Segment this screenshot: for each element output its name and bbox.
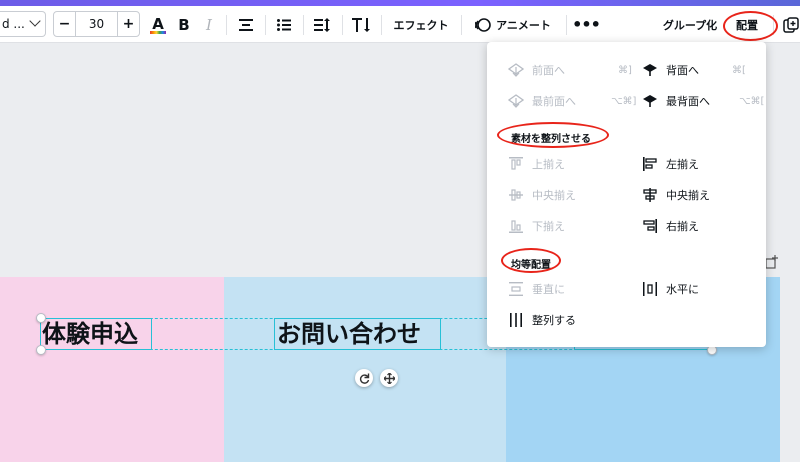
toolbar-divider [265, 15, 266, 35]
align-center-item[interactable]: 中央揃え [641, 185, 761, 205]
move-icon [383, 372, 395, 384]
bring-to-front-label: 最前面へ [532, 95, 576, 108]
align-right-icon [641, 218, 659, 234]
bold-button[interactable]: B [175, 6, 193, 43]
arrange-dropdown-panel: 前面へ ⌘] 背面へ ⌘[ 最前面へ ⌥⌘] 最背面へ ⌥⌘[ 素材を整列させる… [487, 42, 766, 347]
align-center-icon [641, 187, 659, 203]
rainbow-swatch-icon [150, 30, 166, 34]
annotation-circle-align [497, 122, 609, 148]
spacing-button[interactable] [311, 6, 333, 43]
font-family-select[interactable]: d ... [0, 11, 46, 37]
rotate-icon [359, 373, 369, 384]
duplicate-icon [782, 16, 799, 33]
align-center-label: 中央揃え [666, 189, 710, 202]
send-backward-label: 背面へ [666, 64, 699, 77]
distribute-horizontal-item[interactable]: 水平に [641, 279, 761, 299]
rotate-handle[interactable] [355, 369, 373, 387]
text-align-center-button[interactable] [236, 6, 256, 43]
add-page-icon[interactable] [765, 255, 779, 269]
bring-forward-shortcut: ⌘] [618, 64, 632, 76]
move-handle[interactable] [380, 369, 398, 387]
increase-font-size-button[interactable]: + [117, 12, 139, 36]
tidy-up-label: 整列する [532, 314, 576, 327]
distribute-vertical-icon [507, 281, 525, 297]
align-top-label: 上揃え [532, 158, 565, 171]
align-left-icon [641, 156, 659, 172]
decrease-font-size-button[interactable]: − [54, 12, 76, 36]
text-color-letter: A [152, 14, 164, 33]
font-size-input[interactable]: 30 [76, 12, 117, 36]
chevron-down-icon [29, 15, 41, 27]
bring-to-front-shortcut: ⌥⌘] [611, 95, 637, 107]
font-family-value: d ... [2, 17, 25, 31]
send-to-back-label: 最背面へ [666, 95, 710, 108]
animate-label: アニメート [496, 18, 551, 32]
effects-button[interactable]: エフェクト [390, 6, 452, 43]
send-to-back-icon [641, 93, 659, 109]
vertical-text-icon [352, 17, 370, 32]
align-bottom-label: 下揃え [532, 220, 565, 233]
canvas-gutter [780, 277, 800, 462]
line-spacing-icon [314, 17, 330, 32]
annotation-circle-distribute [501, 248, 561, 273]
bring-forward-item[interactable]: 前面へ ⌘] [507, 60, 637, 80]
toolbar-divider [566, 15, 567, 35]
align-right-label: 右揃え [666, 220, 699, 233]
align-bottom-item[interactable]: 下揃え [507, 216, 627, 236]
align-middle-item[interactable]: 中央揃え [507, 185, 627, 205]
vertical-text-button[interactable] [350, 6, 372, 43]
bullet-list-icon [277, 18, 291, 31]
bring-to-front-item[interactable]: 最前面へ ⌥⌘] [507, 91, 637, 111]
annotation-circle-arrange [723, 11, 778, 41]
text-color-button[interactable]: A [148, 6, 168, 43]
resize-handle-top-left[interactable] [36, 313, 46, 323]
send-to-back-item[interactable]: 最背面へ ⌥⌘[ [641, 91, 765, 111]
distribute-vertical-label: 垂直に [532, 283, 565, 296]
align-left-item[interactable]: 左揃え [641, 154, 761, 174]
toolbar-divider [303, 15, 304, 35]
list-button[interactable] [274, 6, 294, 43]
design-section-pink [0, 277, 224, 462]
duplicate-button[interactable] [781, 6, 800, 43]
text-element-contact[interactable]: お問い合わせ [274, 318, 441, 350]
bring-to-front-icon [507, 93, 525, 109]
distribute-vertical-item[interactable]: 垂直に [507, 279, 627, 299]
tidy-up-icon [507, 312, 525, 328]
align-middle-label: 中央揃え [532, 189, 576, 202]
align-right-item[interactable]: 右揃え [641, 216, 761, 236]
align-top-item[interactable]: 上揃え [507, 154, 627, 174]
send-backward-shortcut: ⌘[ [732, 64, 746, 76]
tidy-up-item[interactable]: 整列する [507, 310, 627, 330]
resize-handle-bottom-left[interactable] [36, 345, 46, 355]
group-button[interactable]: グループ化 [660, 6, 720, 43]
align-middle-icon [507, 187, 525, 203]
align-top-icon [507, 156, 525, 172]
animate-icon [475, 17, 491, 32]
animate-button[interactable]: アニメート [472, 6, 554, 43]
text-element-apply[interactable]: 体験申込 [40, 318, 152, 350]
bring-forward-label: 前面へ [532, 64, 565, 77]
toolbar-divider [461, 15, 462, 35]
send-backward-icon [641, 62, 659, 78]
toolbar-divider [381, 15, 382, 35]
align-left-label: 左揃え [666, 158, 699, 171]
font-size-stepper: − 30 + [53, 11, 140, 37]
more-options-button[interactable]: ••• [572, 6, 601, 43]
editor-toolbar: d ... − 30 + A B I エフェクト アニメート ••• グループ化… [0, 6, 800, 43]
bring-forward-icon [507, 62, 525, 78]
italic-button[interactable]: I [200, 6, 218, 43]
toolbar-divider [226, 15, 227, 35]
toolbar-divider [342, 15, 343, 35]
send-to-back-shortcut: ⌥⌘[ [739, 95, 765, 107]
send-backward-item[interactable]: 背面へ ⌘[ [641, 60, 761, 80]
distribute-horizontal-icon [641, 281, 659, 297]
align-center-icon [239, 18, 253, 31]
align-bottom-icon [507, 218, 525, 234]
distribute-horizontal-label: 水平に [666, 283, 699, 296]
